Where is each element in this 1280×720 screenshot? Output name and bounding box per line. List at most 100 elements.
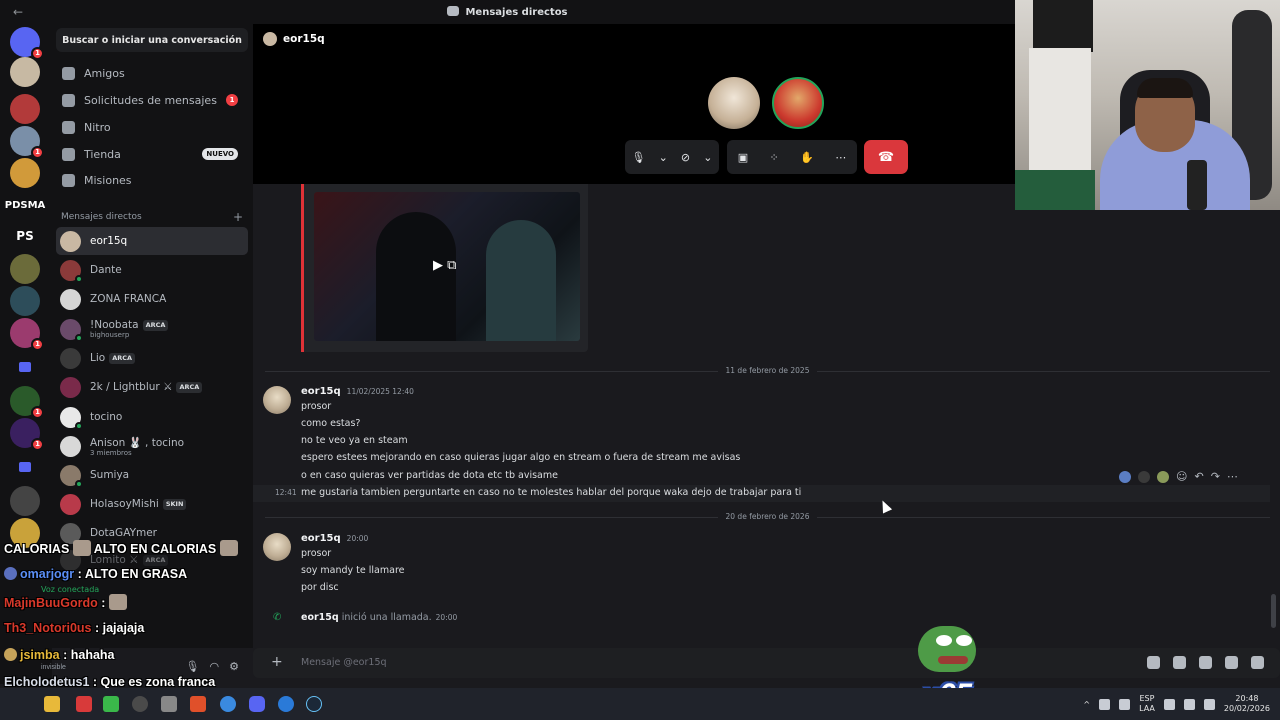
tray-overflow-icon[interactable]: ^ <box>1083 700 1090 709</box>
search-conversation-button[interactable]: Buscar o iniciar una conversación <box>56 28 248 52</box>
dm-item[interactable]: ZONA FRANCA <box>56 285 248 313</box>
discord-home-icon[interactable]: 1 <box>10 27 44 60</box>
server-avatar-1[interactable] <box>10 57 40 87</box>
add-reaction-icon[interactable]: ☺ <box>1176 470 1187 483</box>
create-dm-plus-icon[interactable]: + <box>233 210 243 224</box>
server-avatar-3[interactable]: 1 <box>10 126 44 159</box>
server-avatar-10[interactable] <box>10 486 40 516</box>
dm-name: !Noobata <box>90 319 139 331</box>
server-avatar-5[interactable] <box>10 254 40 284</box>
soundboard-icon[interactable]: ✋ <box>800 151 814 164</box>
dm-item[interactable]: Lio ARCA <box>56 344 248 372</box>
lang-top: ESP <box>1139 694 1155 703</box>
dm-item[interactable]: 2k / Lightblur ⚔ ARCA <box>56 373 248 401</box>
microphone-icon[interactable]: 🎙 <box>632 151 646 164</box>
video-embed[interactable]: ▶ ⧉ <box>301 184 588 352</box>
dm-item[interactable]: eor15q <box>56 227 248 255</box>
lang-bottom: LAA <box>1139 704 1155 713</box>
dm-item[interactable]: Dante <box>56 256 248 284</box>
gift-icon[interactable] <box>1147 656 1160 669</box>
reaction-emoji-icon[interactable] <box>1138 470 1150 483</box>
server-avatar-9[interactable]: 1 <box>10 418 44 451</box>
message-author[interactable]: eor15q <box>301 386 341 397</box>
dm-item[interactable]: !Noobata ARCA bighouserp <box>56 315 248 343</box>
wifi-icon[interactable] <box>1183 698 1195 710</box>
folder-icon[interactable] <box>10 352 40 382</box>
dm-item[interactable]: HolasoyMishi SKIN <box>56 490 248 518</box>
chevron-down-icon[interactable]: ⌄ <box>703 151 712 164</box>
participant-avatar[interactable] <box>708 77 760 129</box>
camera-off-icon[interactable]: ⊘ <box>681 151 690 164</box>
clan-tag: ARCA <box>142 320 169 331</box>
call-author[interactable]: eor15q <box>301 612 339 623</box>
app-icon[interactable] <box>161 696 177 712</box>
network-icon[interactable] <box>1099 698 1111 710</box>
dm-item[interactable]: Anison 🐰 , tocino 3 miembros <box>56 432 248 460</box>
reaction-emoji-icon[interactable] <box>1157 470 1169 483</box>
dm-item[interactable]: Sumiya <box>56 461 248 489</box>
display-icon[interactable] <box>1163 698 1175 710</box>
reply-icon[interactable]: ↶ <box>1194 470 1203 483</box>
steam-icon[interactable] <box>306 696 322 712</box>
dm-subtitle: 3 miembros <box>90 448 132 457</box>
message-author[interactable]: eor15q <box>301 533 341 544</box>
nav-quests[interactable]: Misiones <box>56 167 248 193</box>
server-avatar-7[interactable]: 1 <box>10 318 44 351</box>
dm-header-label: Mensajes directos <box>61 212 142 222</box>
webcam-microphone <box>1187 160 1207 210</box>
play-icon[interactable]: ▶ ⧉ <box>433 258 456 273</box>
activities-icon[interactable]: ⁘ <box>770 151 779 164</box>
file-explorer-icon[interactable] <box>44 696 60 712</box>
clock[interactable]: 20:48 20/02/2026 <box>1224 694 1270 714</box>
screen-share-icon[interactable]: ▣ <box>738 151 748 164</box>
app-icon[interactable] <box>103 696 119 712</box>
nav-message-requests[interactable]: Solicitudes de mensajes 1 <box>56 87 248 113</box>
gif-icon[interactable] <box>1173 656 1186 669</box>
language-indicator[interactable]: ESP LAA <box>1139 694 1155 714</box>
message-composer[interactable]: + Mensaje @eor15q <box>253 648 1280 678</box>
chevron-down-icon[interactable]: ⌄ <box>659 151 668 164</box>
volume-icon[interactable] <box>1203 698 1215 710</box>
nav-shop[interactable]: Tienda NUEVO <box>56 141 248 167</box>
reaction-emoji-icon[interactable] <box>1119 470 1131 483</box>
forward-icon[interactable]: ↷ <box>1211 470 1220 483</box>
nav-label: Solicitudes de mensajes <box>84 93 217 107</box>
chat-text: : ALTO EN GRASA <box>77 567 188 581</box>
obs-icon[interactable] <box>132 696 148 712</box>
scrollbar-thumb[interactable] <box>1271 594 1276 628</box>
app-icon[interactable] <box>76 696 92 712</box>
folder-icon[interactable] <box>10 452 40 482</box>
dm-item[interactable]: tocino <box>56 403 248 431</box>
emote-icon <box>108 594 127 610</box>
apps-icon[interactable] <box>1251 656 1264 669</box>
more-options-icon[interactable]: ⋯ <box>835 151 846 164</box>
brave-browser-icon[interactable] <box>190 696 206 712</box>
message-line: soy mandy te llamare <box>301 565 405 576</box>
server-avatar-8[interactable]: 1 <box>10 386 44 419</box>
mic-tray-icon[interactable] <box>1119 698 1131 710</box>
sticker-icon[interactable] <box>1199 656 1212 669</box>
server-pdsma[interactable]: PDSMA <box>5 190 46 220</box>
dm-section-header: Mensajes directos + <box>61 210 247 224</box>
composer-placeholder[interactable]: Mensaje @eor15q <box>301 657 387 668</box>
more-options-icon[interactable]: ⋯ <box>1227 470 1238 483</box>
avatar <box>263 32 277 46</box>
thumbnail-figure <box>486 220 556 341</box>
avatar <box>60 406 83 430</box>
app-icon[interactable] <box>278 696 294 712</box>
pepe-emote-icon <box>918 626 976 672</box>
discord-taskbar-icon[interactable] <box>249 696 265 712</box>
clan-tag: ARCA <box>176 382 203 393</box>
avatar[interactable] <box>263 386 291 414</box>
emoji-icon[interactable] <box>1225 656 1238 669</box>
participant-avatar-speaking[interactable] <box>772 77 824 129</box>
server-ps[interactable]: PS <box>10 221 40 251</box>
hang-up-button[interactable]: ☎ <box>864 140 908 174</box>
server-avatar-4[interactable] <box>10 158 40 188</box>
nav-friends[interactable]: Amigos <box>56 60 248 86</box>
nav-nitro[interactable]: Nitro <box>56 114 248 140</box>
server-avatar-2[interactable] <box>10 94 40 124</box>
server-avatar-6[interactable] <box>10 286 40 316</box>
chrome-icon[interactable] <box>220 696 236 712</box>
video-thumbnail[interactable]: ▶ ⧉ <box>314 192 580 341</box>
